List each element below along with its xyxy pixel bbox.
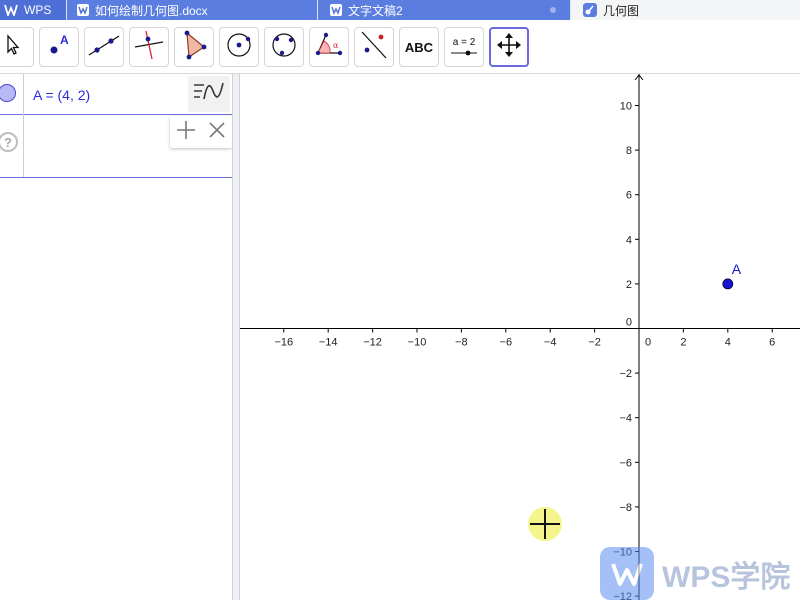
x-tick-label: −10 [408, 337, 427, 349]
point-a[interactable] [722, 278, 734, 290]
reflect-tool-button[interactable] [354, 27, 394, 67]
algebra-input-row[interactable]: ? [0, 115, 232, 178]
geometry-app-icon [583, 3, 597, 17]
y-tick-label: 6 [626, 190, 632, 202]
algebra-view: A = (4, 2) ? [0, 74, 232, 600]
x-tick-label: −2 [588, 337, 601, 349]
x-tick-label: 0 [645, 337, 651, 349]
x-tick-label: −8 [455, 337, 468, 349]
circle-center-icon [223, 29, 255, 66]
tab-wps[interactable]: WPS [0, 0, 66, 20]
slider-tool-button[interactable]: a = 2 [444, 27, 484, 67]
line-through-points-icon [87, 30, 121, 65]
algebra-style-button[interactable] [188, 76, 230, 112]
move-graphics-view-tool-button[interactable] [489, 27, 529, 67]
point-tool-button[interactable]: A [39, 27, 79, 67]
polygon-icon [178, 29, 210, 66]
polygon-tool-button[interactable] [174, 27, 214, 67]
circle-center-point-tool-button[interactable] [219, 27, 259, 67]
slider-tool-label: a = 2 [452, 37, 476, 48]
text-tool-button[interactable]: ABC [399, 27, 439, 67]
geometry-toolbar: A α ABC a = 2 [0, 20, 800, 74]
graphics-view[interactable]: −16 −14 −12 −10 −8 −6 −4 −2 0 2 4 6 10 8 6 4 2 0 −2 −4 −6 −8… [240, 74, 800, 600]
y-tick-label: −4 [619, 413, 632, 425]
x-tick-label: 6 [769, 337, 775, 349]
circle-three-points-icon [268, 29, 300, 66]
plus-icon[interactable] [175, 119, 197, 146]
angle-tool-button[interactable]: α [309, 27, 349, 67]
writer-doc-icon [77, 4, 89, 16]
wps-logo-icon [4, 4, 18, 16]
y-tick-label: 4 [626, 234, 632, 246]
tab-label: 如何绘制几何图.docx [95, 3, 208, 18]
algebra-row-point-a[interactable]: A = (4, 2) [0, 74, 232, 115]
line-tool-button[interactable] [84, 27, 124, 67]
move-tool-button[interactable] [0, 27, 34, 67]
y-tick-label: −8 [619, 502, 632, 514]
tab-label: WPS [24, 3, 52, 17]
svg-text:α: α [333, 41, 339, 50]
move-arrows-icon [496, 32, 522, 63]
x-tick-label: 4 [725, 337, 731, 349]
wps-logo-icon [600, 547, 654, 600]
close-icon[interactable] [207, 120, 227, 145]
unsaved-dot-icon [550, 7, 556, 13]
y-axis-ticks: 1086420−2−4−6−8−10−12 [613, 101, 639, 600]
x-tick-label: 2 [680, 337, 686, 349]
arrow-cursor-icon [4, 33, 24, 62]
x-tick-label: −16 [274, 337, 293, 349]
tab-document-2[interactable]: 文字文稿2 [318, 0, 570, 20]
y-tick-label: 2 [626, 279, 632, 291]
algebra-entry-text[interactable]: A = (4, 2) [33, 87, 90, 103]
x-axis-ticks: −16 −14 −12 −10 −8 −6 −4 −2 0 2 4 6 [274, 328, 775, 349]
reflect-about-line-icon [357, 28, 391, 67]
coordinate-plane[interactable]: −16 −14 −12 −10 −8 −6 −4 −2 0 2 4 6 10 8 6 4 2 0 −2 −4 −6 −8… [240, 74, 800, 600]
help-icon[interactable]: ? [0, 132, 18, 152]
slider-icon: a = 2 [450, 37, 478, 57]
tab-geometry[interactable]: 几何图 [571, 0, 800, 20]
x-tick-label: −12 [363, 337, 382, 349]
crosshair-cursor-icon [527, 506, 563, 542]
writer-doc-icon [330, 4, 342, 16]
svg-text:A: A [60, 33, 69, 47]
y-tick-label: 0 [626, 317, 632, 329]
sort-graph-icon [192, 79, 226, 110]
tab-bar: WPS 如何绘制几何图.docx 文字文稿2 几何图 [0, 0, 800, 20]
panel-divider-handle[interactable] [232, 74, 240, 600]
tab-document-docx[interactable]: 如何绘制几何图.docx [67, 0, 317, 20]
text-tool-label: ABC [404, 39, 434, 55]
y-tick-label: 8 [626, 145, 632, 157]
perpendicular-line-tool-button[interactable] [129, 27, 169, 67]
x-tick-label: −4 [544, 337, 557, 349]
visibility-toggle-icon[interactable] [0, 84, 16, 102]
point-icon: A [44, 30, 74, 65]
point-a-label[interactable]: A [732, 261, 742, 277]
y-tick-label: −6 [619, 457, 632, 469]
tab-label: 文字文稿2 [348, 3, 403, 18]
watermark-text: WPS学院 [662, 560, 791, 594]
perpendicular-line-icon [132, 28, 166, 67]
circle-three-points-tool-button[interactable] [264, 27, 304, 67]
x-tick-label: −14 [319, 337, 338, 349]
algebra-input-menu [170, 116, 232, 148]
tab-label: 几何图 [603, 3, 640, 18]
angle-icon: α [312, 29, 346, 66]
y-tick-label: 10 [620, 101, 632, 113]
x-tick-label: −6 [500, 337, 513, 349]
y-tick-label: −2 [619, 368, 632, 380]
wps-academy-watermark: WPS学院 [600, 547, 800, 600]
